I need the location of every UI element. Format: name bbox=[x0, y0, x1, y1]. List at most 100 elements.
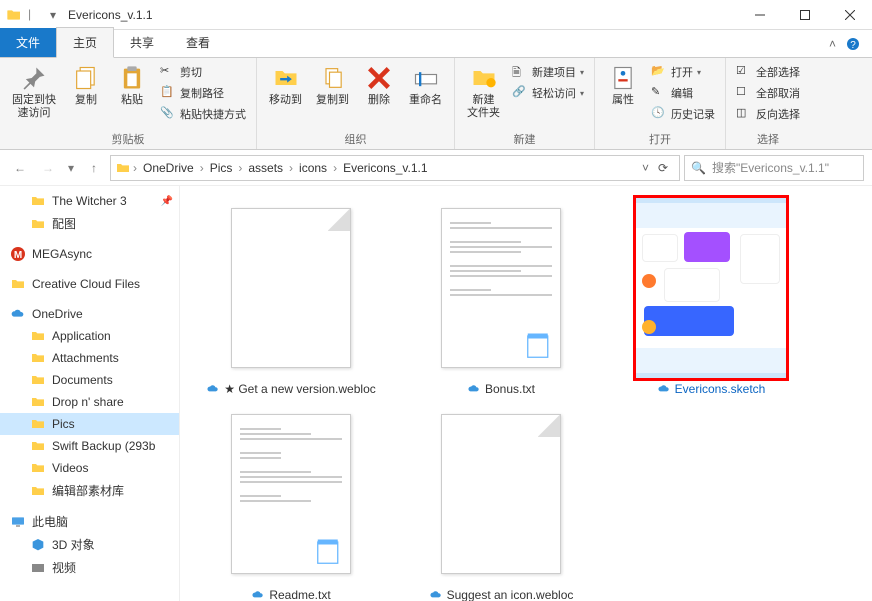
file-item[interactable]: ★ Get a new version.webloc bbox=[186, 194, 396, 400]
file-name: Suggest an icon.webloc bbox=[447, 588, 574, 601]
cloud-icon bbox=[251, 588, 265, 601]
crumb-current[interactable]: Evericons_v.1.1 bbox=[339, 159, 432, 177]
new-item-button[interactable]: 🗎新建项目 ▾ bbox=[508, 62, 588, 82]
chevron-right-icon[interactable]: › bbox=[238, 161, 242, 175]
new-folder-button[interactable]: 新建 文件夹 bbox=[461, 60, 506, 124]
folder-icon bbox=[30, 394, 46, 410]
easy-access-button[interactable]: 🔗轻松访问 ▾ bbox=[508, 83, 588, 103]
history-button[interactable]: 🕓历史记录 bbox=[647, 104, 719, 124]
tab-view[interactable]: 查看 bbox=[170, 28, 226, 57]
folder-icon bbox=[6, 7, 22, 23]
chevron-right-icon[interactable]: › bbox=[333, 161, 337, 175]
refresh-button[interactable]: ⟳ bbox=[651, 161, 675, 175]
tree-item-megasync[interactable]: MMEGAsync bbox=[0, 243, 179, 265]
maximize-button[interactable] bbox=[782, 0, 827, 30]
tree-item[interactable]: 配图 bbox=[0, 212, 179, 235]
folder-icon bbox=[30, 438, 46, 454]
svg-text:M: M bbox=[14, 250, 22, 261]
file-item[interactable]: Suggest an icon.webloc bbox=[396, 400, 606, 601]
file-name: ★ Get a new version.webloc bbox=[224, 382, 376, 396]
paste-shortcut-button[interactable]: 📎粘贴快捷方式 bbox=[156, 104, 250, 124]
group-organize-label: 组织 bbox=[263, 129, 448, 149]
chevron-right-icon[interactable]: › bbox=[289, 161, 293, 175]
chevron-right-icon[interactable]: › bbox=[133, 161, 137, 175]
folder-icon bbox=[30, 460, 46, 476]
tree-item[interactable]: Application bbox=[0, 325, 179, 347]
file-name: Evericons.sketch bbox=[675, 382, 766, 396]
folder-icon bbox=[30, 216, 46, 232]
search-placeholder: 搜索"Evericons_v.1.1" bbox=[712, 159, 829, 176]
tab-home[interactable]: 主页 bbox=[56, 27, 114, 58]
folder-icon bbox=[30, 350, 46, 366]
cloud-icon bbox=[206, 382, 220, 396]
address-bar[interactable]: › OneDrive› Pics› assets› icons› Everico… bbox=[110, 155, 680, 181]
ribbon: 固定到快 速访问 复制 粘贴 ✂剪切 📋复制路径 📎粘贴快捷方式 剪贴板 移动到 bbox=[0, 58, 872, 150]
copy-to-button[interactable]: 复制到 bbox=[310, 60, 355, 111]
qat-dropdown-icon[interactable]: ▾ bbox=[50, 8, 56, 22]
cloud-icon bbox=[429, 588, 443, 601]
invert-selection-button[interactable]: ◫反向选择 bbox=[732, 104, 804, 124]
recent-dropdown[interactable]: ▾ bbox=[64, 156, 78, 180]
select-all-button[interactable]: ☑全部选择 bbox=[732, 62, 804, 82]
tree-item[interactable]: Videos bbox=[0, 457, 179, 479]
rename-button[interactable]: 重命名 bbox=[403, 60, 448, 111]
help-icon[interactable]: ? bbox=[846, 37, 860, 51]
tree-item-thispc[interactable]: 此电脑 bbox=[0, 510, 179, 533]
tree-item[interactable]: 3D 对象 bbox=[0, 533, 179, 556]
address-dropdown-icon[interactable]: ˅ bbox=[642, 161, 649, 175]
tab-share[interactable]: 共享 bbox=[114, 28, 170, 57]
tab-file[interactable]: 文件 bbox=[0, 28, 56, 57]
file-item-selected[interactable]: Evericons.sketch bbox=[606, 194, 816, 400]
file-name: Bonus.txt bbox=[485, 382, 535, 396]
copy-button[interactable]: 复制 bbox=[64, 60, 108, 111]
open-button[interactable]: 📂打开 ▾ bbox=[647, 62, 719, 82]
copyto-icon bbox=[319, 64, 347, 92]
sketch-preview bbox=[636, 203, 786, 373]
history-icon: 🕓 bbox=[651, 106, 667, 122]
shortcut-icon: 📎 bbox=[160, 106, 176, 122]
tree-item[interactable]: Documents bbox=[0, 369, 179, 391]
group-new-label: 新建 bbox=[461, 129, 588, 149]
file-pane[interactable]: ★ Get a new version.webloc Bonus.txt bbox=[180, 186, 872, 601]
crumb-assets[interactable]: assets bbox=[244, 159, 287, 177]
minimize-button[interactable] bbox=[737, 0, 782, 30]
back-button[interactable]: ← bbox=[8, 156, 32, 180]
delete-button[interactable]: 删除 bbox=[357, 60, 401, 111]
tree-item[interactable]: 视频 bbox=[0, 556, 179, 579]
tree-item[interactable]: Attachments bbox=[0, 347, 179, 369]
pin-to-quick-button[interactable]: 固定到快 速访问 bbox=[6, 60, 62, 124]
video-icon bbox=[30, 560, 46, 576]
close-button[interactable] bbox=[827, 0, 872, 30]
onedrive-icon bbox=[10, 306, 26, 322]
tree-item[interactable]: Drop n' share bbox=[0, 391, 179, 413]
tree-item-pics[interactable]: Pics bbox=[0, 413, 179, 435]
select-none-button[interactable]: ☐全部取消 bbox=[732, 83, 804, 103]
tree-item[interactable]: Swift Backup (293b bbox=[0, 435, 179, 457]
moveto-icon bbox=[272, 64, 300, 92]
nav-tree: The Witcher 3📌 配图 MMEGAsync Creative Clo… bbox=[0, 186, 180, 601]
scissors-icon: ✂ bbox=[160, 64, 176, 80]
selectnone-icon: ☐ bbox=[736, 85, 752, 101]
move-to-button[interactable]: 移动到 bbox=[263, 60, 308, 111]
tree-item-onedrive[interactable]: OneDrive bbox=[0, 303, 179, 325]
cut-button[interactable]: ✂剪切 bbox=[156, 62, 250, 82]
paste-button[interactable]: 粘贴 bbox=[110, 60, 154, 111]
edit-button[interactable]: ✎编辑 bbox=[647, 83, 719, 103]
ribbon-minimize-icon[interactable]: ˄ bbox=[829, 37, 836, 51]
file-item[interactable]: Readme.txt bbox=[186, 400, 396, 601]
newitem-icon: 🗎 bbox=[512, 64, 528, 80]
copy-path-button[interactable]: 📋复制路径 bbox=[156, 83, 250, 103]
tree-item[interactable]: The Witcher 3📌 bbox=[0, 190, 179, 212]
properties-button[interactable]: 属性 bbox=[601, 60, 645, 111]
crumb-icons[interactable]: icons bbox=[295, 159, 331, 177]
up-button[interactable]: ↑ bbox=[82, 156, 106, 180]
crumb-pics[interactable]: Pics bbox=[206, 159, 237, 177]
crumb-onedrive[interactable]: OneDrive bbox=[139, 159, 198, 177]
tree-item-ccf[interactable]: Creative Cloud Files bbox=[0, 273, 179, 295]
chevron-right-icon[interactable]: › bbox=[200, 161, 204, 175]
search-input[interactable]: 🔍 搜索"Evericons_v.1.1" bbox=[684, 155, 864, 181]
open-icon: 📂 bbox=[651, 64, 667, 80]
file-item[interactable]: Bonus.txt bbox=[396, 194, 606, 400]
forward-button[interactable]: → bbox=[36, 156, 60, 180]
tree-item[interactable]: 编辑部素材库 bbox=[0, 479, 179, 502]
